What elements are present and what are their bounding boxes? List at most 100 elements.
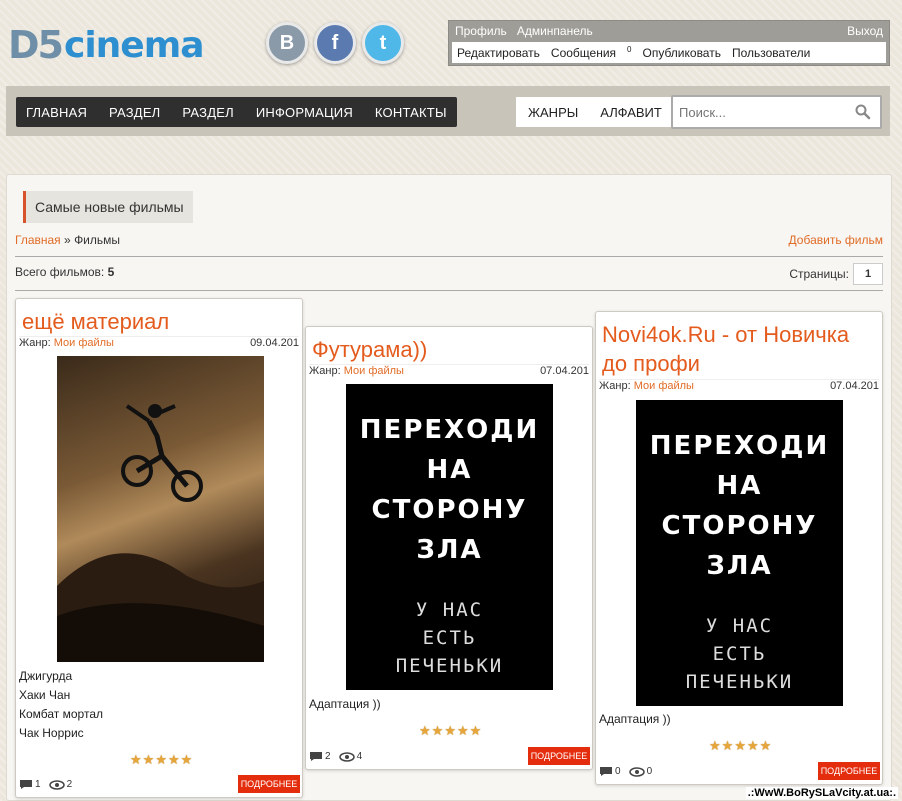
logout-link[interactable]: Выход (847, 24, 883, 38)
rating-stars[interactable]: ★ ★ ★ ★ ★ (130, 752, 192, 768)
facebook-icon[interactable]: f (314, 22, 356, 64)
genre-link[interactable]: Мои файлы (344, 365, 404, 377)
comments-count: 0 (615, 766, 621, 777)
edit-link[interactable]: Редактировать (457, 46, 540, 60)
user-panel: Профиль Админпанель Выход Редактировать … (448, 20, 890, 66)
film-poster[interactable]: ПЕРЕХОДИ НА СТОРОНУ ЗЛА У НАС ЕСТЬ ПЕЧЕН… (636, 400, 843, 706)
star-icon[interactable]: ★ (130, 752, 142, 768)
film-stats: 0 0 (599, 766, 660, 777)
star-icon[interactable]: ★ (470, 723, 482, 739)
film-meta: Жанр: Мои файлы 07.04.201 (599, 379, 879, 395)
film-card: Novi4ok.Ru - от Новичка до профи Жанр: М… (595, 311, 883, 785)
social-links: B f t (266, 22, 404, 64)
more-button[interactable]: ПОДРОБНЕЕ (238, 775, 300, 793)
views-count: 0 (646, 766, 653, 777)
views-count: 4 (356, 751, 363, 762)
star-icon[interactable]: ★ (168, 752, 180, 768)
pagination: Страницы: 1 (789, 263, 883, 285)
film-date: 07.04.201 (540, 365, 589, 377)
eye-icon (338, 751, 355, 762)
rating-stars[interactable]: ★ ★ ★ ★ ★ (709, 738, 771, 754)
main-nav: ГЛАВНАЯ РАЗДЕЛ РАЗДЕЛ ИНФОРМАЦИЯ КОНТАКТ… (16, 97, 457, 127)
nav-item-alphabet[interactable]: АЛФАВИТ (600, 105, 662, 120)
breadcrumb-current: Фильмы (74, 233, 121, 247)
star-icon[interactable]: ★ (760, 738, 772, 754)
breadcrumb: Главная » Фильмы (15, 233, 120, 247)
film-card: Футурама)) Жанр: Мои файлы 07.04.201 ПЕР… (305, 326, 593, 770)
breadcrumb-home[interactable]: Главная (15, 233, 61, 247)
search-icon[interactable] (854, 103, 872, 121)
twitter-icon[interactable]: t (362, 22, 404, 64)
film-description: Адаптация )) (599, 712, 671, 726)
rating-stars[interactable]: ★ ★ ★ ★ ★ (419, 723, 481, 739)
vk-icon[interactable]: B (266, 22, 308, 64)
messages-link[interactable]: Сообщения 0 (551, 45, 632, 60)
star-icon[interactable]: ★ (143, 752, 155, 768)
breadcrumb-separator: » (64, 233, 71, 247)
genre-link[interactable]: Мои файлы (54, 337, 114, 349)
alt-nav: ЖАНРЫ АЛФАВИТ (516, 97, 674, 127)
film-card: ещё материал Жанр: Мои файлы 09.04.201 Д… (15, 298, 303, 798)
star-icon[interactable]: ★ (709, 738, 721, 754)
star-icon[interactable]: ★ (734, 738, 746, 754)
star-icon[interactable]: ★ (432, 723, 444, 739)
more-button[interactable]: ПОДРОБНЕЕ (528, 747, 590, 765)
film-description: Джигурда Хаки Чан Комбат мортал Чак Норр… (19, 669, 103, 740)
star-icon[interactable]: ★ (444, 723, 456, 739)
nav-item-genres[interactable]: ЖАНРЫ (528, 105, 578, 120)
divider (15, 256, 883, 257)
bike-rider-image (57, 404, 264, 662)
star-icon[interactable]: ★ (155, 752, 167, 768)
film-title[interactable]: Novi4ok.Ru - от Новичка до профи (602, 320, 876, 378)
search-box (671, 95, 882, 129)
film-title[interactable]: ещё материал (22, 307, 296, 336)
comment-icon (310, 752, 322, 761)
film-stats: 2 4 (309, 751, 370, 762)
eye-icon (628, 766, 645, 777)
nav-item-info[interactable]: ИНФОРМАЦИЯ (256, 105, 353, 120)
genre-link[interactable]: Мои файлы (634, 380, 694, 392)
total-films: Всего фильмов: 5 (15, 265, 115, 279)
film-date: 09.04.201 (250, 337, 299, 349)
comments-count: 1 (35, 779, 41, 790)
total-count: 5 (107, 265, 115, 279)
views-count: 2 (66, 779, 73, 790)
logo-cinema: cinema (63, 24, 205, 66)
comment-icon (20, 780, 32, 789)
section-title: Самые новые фильмы (23, 191, 193, 223)
film-description: Адаптация )) (309, 697, 381, 711)
film-poster[interactable] (57, 356, 264, 662)
star-icon[interactable]: ★ (722, 738, 734, 754)
nav-item-home[interactable]: ГЛАВНАЯ (26, 105, 87, 120)
comments-count: 2 (325, 751, 331, 762)
navbar: ГЛАВНАЯ РАЗДЕЛ РАЗДЕЛ ИНФОРМАЦИЯ КОНТАКТ… (6, 86, 890, 136)
eye-icon (48, 779, 65, 790)
watermark: .:WwW.BoRySLaVcity.at.ua:. (745, 787, 898, 799)
add-film-link[interactable]: Добавить фильм (789, 233, 883, 247)
site-logo[interactable]: D5 cinema (8, 22, 205, 68)
comment-icon (600, 767, 612, 776)
nav-item-section-1[interactable]: РАЗДЕЛ (109, 105, 160, 120)
users-link[interactable]: Пользователи (732, 46, 810, 60)
star-icon[interactable]: ★ (419, 723, 431, 739)
admin-panel-link[interactable]: Админпанель (517, 24, 593, 38)
nav-item-section-2[interactable]: РАЗДЕЛ (182, 105, 233, 120)
star-icon[interactable]: ★ (457, 723, 469, 739)
messages-count: 0 (627, 45, 632, 54)
logo-d5: D5 (8, 23, 64, 67)
divider (15, 290, 883, 291)
nav-item-contacts[interactable]: КОНТАКТЫ (375, 105, 447, 120)
star-icon[interactable]: ★ (747, 738, 759, 754)
publish-link[interactable]: Опубликовать (643, 46, 721, 60)
more-button[interactable]: ПОДРОБНЕЕ (818, 762, 880, 780)
film-title[interactable]: Футурама)) (312, 335, 586, 364)
film-meta: Жанр: Мои файлы 09.04.201 (19, 336, 299, 352)
star-icon[interactable]: ★ (181, 752, 193, 768)
film-stats: 1 2 (19, 779, 80, 790)
content-area: Самые новые фильмы Главная » Фильмы Доба… (6, 174, 892, 801)
film-poster[interactable]: ПЕРЕХОДИ НА СТОРОНУ ЗЛА У НАС ЕСТЬ ПЕЧЕН… (346, 384, 553, 690)
film-meta: Жанр: Мои файлы 07.04.201 (309, 364, 589, 380)
page-current[interactable]: 1 (853, 263, 883, 285)
search-input[interactable] (673, 97, 843, 127)
profile-link[interactable]: Профиль (455, 24, 507, 38)
